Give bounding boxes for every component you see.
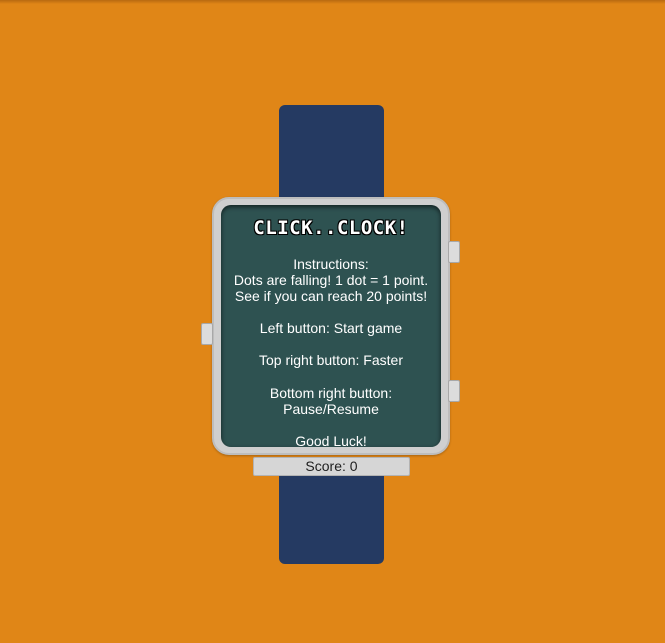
instructions-closing: Good Luck! [295,433,367,449]
game-title: CLICK..CLOCK! [253,217,409,239]
instructions-pause-resume: Pause/Resume [283,401,379,417]
watch-strap-bottom [279,470,384,564]
instructions-left-button: Left button: Start game [259,320,403,336]
instructions-bottom-right-button: Bottom right button: [269,385,393,401]
instructions-top-right-button: Top right button: Faster [259,352,403,368]
instructions-line-1: Dots are falling! 1 dot = 1 point. [233,272,429,288]
instructions-line-2: See if you can reach 20 points! [234,288,428,304]
instructions-heading: Instructions: [293,256,369,272]
start-game-button[interactable] [201,323,213,345]
top-edge-shadow [0,0,665,4]
pause-resume-button[interactable] [448,380,460,402]
score-display: Score: 0 [253,457,410,476]
watch-screen[interactable]: CLICK..CLOCK! Instructions: Dots are fal… [221,205,441,449]
watch-strap-top [279,105,384,205]
faster-button[interactable] [448,241,460,263]
